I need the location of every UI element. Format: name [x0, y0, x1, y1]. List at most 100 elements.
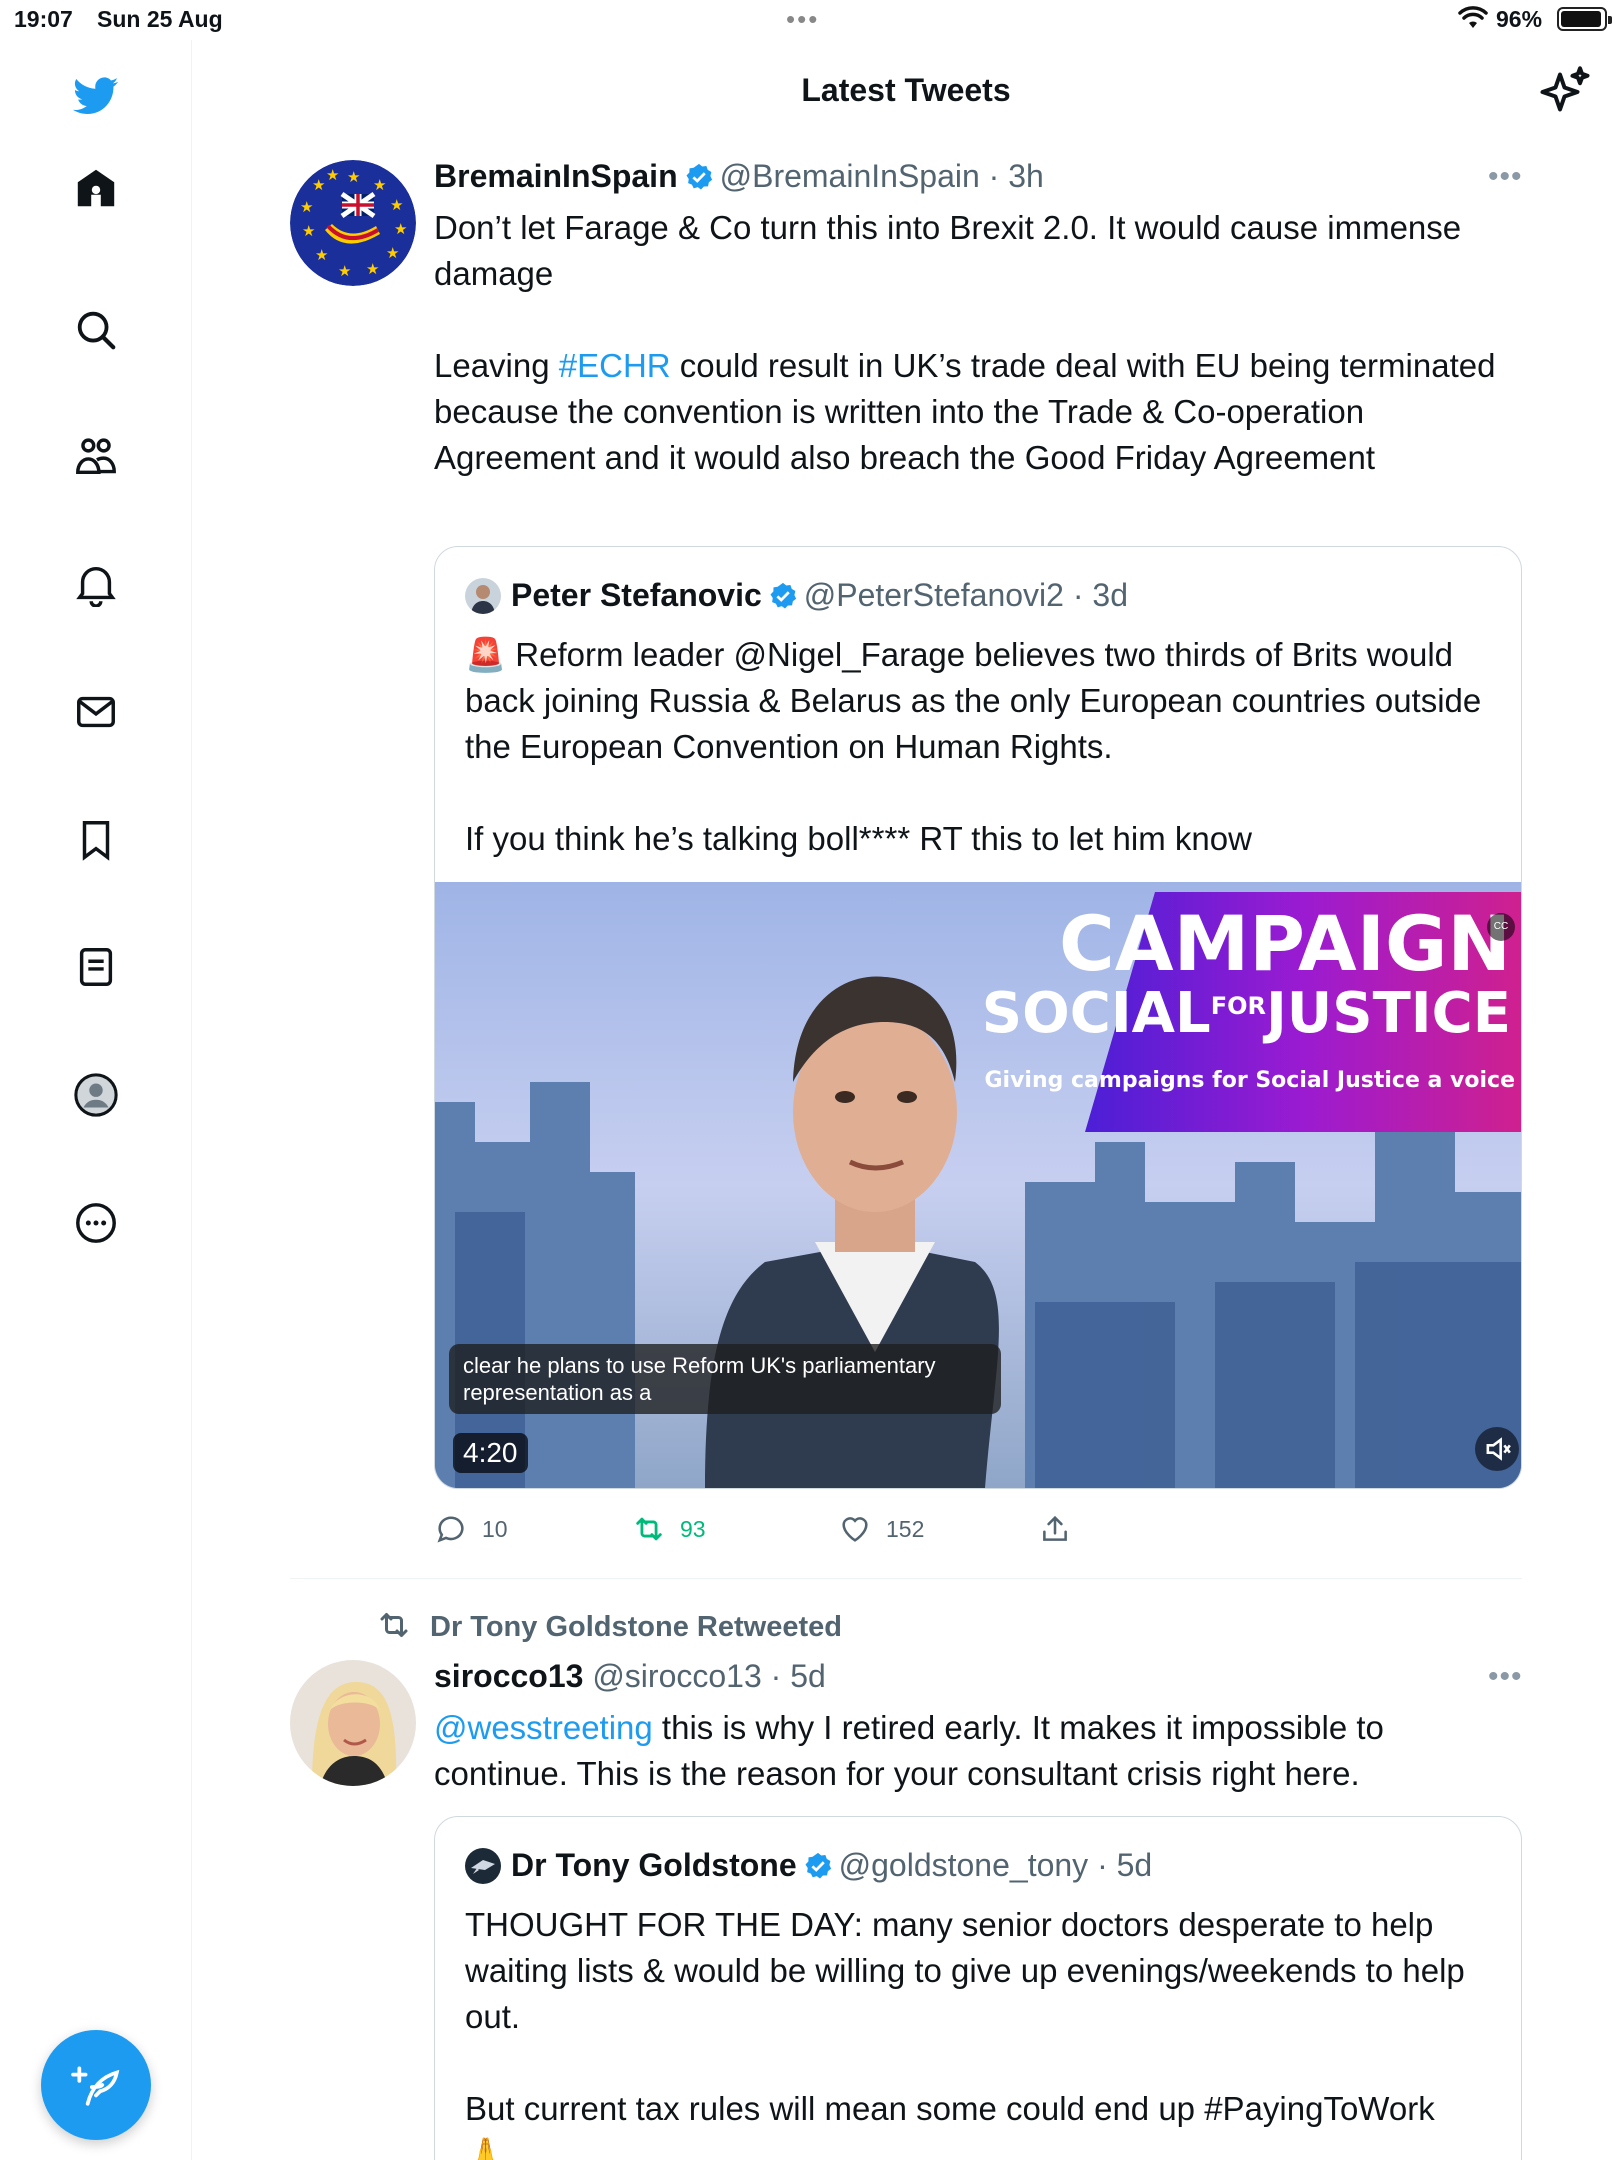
tweet-time[interactable]: · 5d [771, 1658, 826, 1694]
retweet-button[interactable]: 93 [632, 1512, 706, 1546]
share-button[interactable] [1038, 1512, 1072, 1546]
svg-text:★: ★ [347, 169, 360, 186]
battery-fill [1561, 11, 1602, 27]
quoted-paragraph: But current tax rules will mean some cou… [465, 2090, 1435, 2127]
banner-subtitle: Giving campaigns for Social Justice a vo… [984, 1068, 1515, 1093]
banner-title-word: JUSTICE [1262, 981, 1511, 1046]
quoted-tweet-text: 🚨 Reform leader @Nigel_Farage believes t… [465, 632, 1485, 862]
quoted-tweet-header: Peter Stefanovic @PeterStefanovi2 · 3d [465, 577, 1128, 614]
quoted-tweet-time: · 3d [1072, 577, 1128, 613]
retweet-count: 93 [680, 1515, 706, 1542]
quoted-author-handle[interactable]: @goldstone_tony [839, 1847, 1089, 1883]
wifi-icon [1458, 6, 1488, 28]
tweet-paragraph: @wesstreeting this is why I retired earl… [434, 1705, 1524, 1797]
battery-nub [1608, 16, 1612, 24]
multitasking-dots-icon[interactable]: ••• [786, 4, 819, 35]
svg-text:★: ★ [300, 199, 313, 216]
verified-badge-icon [770, 582, 796, 609]
author-name[interactable]: BremainInSpain [434, 158, 678, 194]
page-title: Latest Tweets [801, 72, 1011, 108]
video-player[interactable]: CAMPAIGN SOCIALFORJUSTICE Giving campaig… [435, 882, 1521, 1488]
quoted-paragraph: THOUGHT FOR THE DAY: many senior doctors… [465, 1906, 1465, 2035]
quoted-paragraph: 🚨 Reform leader @Nigel_Farage believes t… [465, 636, 1482, 765]
battery-icon [1557, 7, 1612, 31]
more-icon[interactable] [66, 1193, 126, 1253]
compose-tweet-button[interactable] [41, 2030, 151, 2140]
search-icon[interactable] [66, 300, 126, 360]
mute-button[interactable] [1475, 1427, 1519, 1471]
tweet-text: @wesstreeting this is why I retired earl… [434, 1705, 1524, 1797]
quoted-author-name[interactable]: Peter Stefanovic [511, 577, 762, 613]
quoted-avatar[interactable] [465, 1848, 501, 1884]
tweet-paragraph: Leaving #ECHR could result in UK’s trade… [434, 343, 1524, 481]
svg-text:★: ★ [315, 247, 328, 264]
avatar[interactable]: ★ ★ ★ ★ ★ ★ ★ ★ ★ ★ ★ ★ [290, 160, 416, 286]
avatar[interactable] [290, 1660, 416, 1786]
tweet-paragraph: Don’t let Farage & Co turn this into Bre… [434, 209, 1462, 292]
author-name[interactable]: sirocco13 [434, 1658, 583, 1694]
tweet-header: BremainInSpain @BremainInSpain · 3h [434, 158, 1044, 195]
tweet-text: Don’t let Farage & Co turn this into Bre… [434, 205, 1524, 481]
svg-text:★: ★ [373, 177, 386, 194]
home-icon[interactable] [66, 158, 126, 218]
mention-link[interactable]: @wesstreeting [434, 1709, 653, 1746]
svg-text:★: ★ [366, 261, 379, 278]
share-icon [1043, 1515, 1067, 1541]
more-options-icon[interactable]: ••• [1488, 160, 1523, 194]
svg-text:★: ★ [386, 245, 399, 262]
timeline-header: Latest Tweets [192, 40, 1620, 140]
tweet-header: sirocco13 @sirocco13 · 5d [434, 1658, 826, 1695]
quoted-paragraph: 🙏 [465, 2136, 507, 2160]
status-time: 19:07 [14, 6, 73, 32]
tweet-divider [290, 1578, 1522, 1579]
svg-text:★: ★ [302, 223, 315, 240]
retweet-icon [380, 1613, 408, 1637]
status-date: Sun 25 Aug [97, 6, 223, 32]
notifications-icon[interactable] [66, 554, 126, 614]
hashtag-link[interactable]: #ECHR [559, 347, 671, 384]
like-count: 152 [886, 1515, 925, 1542]
battery-percentage: 96% [1496, 6, 1543, 32]
svg-text:★: ★ [390, 197, 403, 214]
compose-tweet-icon [71, 2066, 120, 2106]
communities-icon[interactable] [66, 427, 126, 487]
quoted-tweet[interactable]: Peter Stefanovic @PeterStefanovi2 · 3d 🚨 … [434, 546, 1522, 1489]
banner-title-line-1: CAMPAIGN [1059, 899, 1511, 988]
text-segment: Leaving [434, 347, 559, 384]
reply-button[interactable]: 10 [434, 1512, 508, 1546]
svg-text:★: ★ [394, 221, 407, 238]
profile-icon[interactable] [66, 1065, 126, 1125]
quoted-tweet[interactable]: Dr Tony Goldstone @goldstone_tony · 5d TH… [434, 1816, 1522, 2160]
speaker-muted-icon [1486, 1437, 1511, 1461]
svg-text:★: ★ [326, 167, 339, 184]
more-options-icon[interactable]: ••• [1488, 1660, 1523, 1694]
closed-captions-icon[interactable]: CC [1487, 913, 1515, 941]
quoted-avatar[interactable] [465, 578, 501, 614]
author-handle[interactable]: @BremainInSpain [720, 158, 980, 194]
retweeted-by[interactable]: Dr Tony Goldstone Retweeted [376, 1607, 842, 1644]
quoted-tweet-time: · 5d [1097, 1847, 1153, 1883]
lists-icon[interactable] [66, 937, 126, 997]
messages-icon[interactable] [66, 682, 126, 742]
svg-text:★: ★ [312, 177, 325, 194]
video-caption: clear he plans to use Reform UK's parlia… [449, 1344, 1001, 1414]
reply-count: 10 [482, 1515, 508, 1542]
banner-title-word: FOR [1211, 992, 1266, 1020]
bookmarks-icon[interactable] [66, 810, 126, 870]
sidebar [0, 40, 192, 2160]
author-handle[interactable]: @sirocco13 [592, 1658, 761, 1694]
tweet-time[interactable]: · 3h [989, 158, 1044, 194]
quoted-author-handle[interactable]: @PeterStefanovi2 [804, 577, 1064, 613]
heart-icon [842, 1517, 868, 1542]
twitter-logo-icon[interactable] [66, 66, 126, 126]
like-button[interactable]: 152 [838, 1512, 924, 1546]
quoted-tweet-text: THOUGHT FOR THE DAY: many senior doctors… [465, 1902, 1485, 2160]
svg-text:★: ★ [338, 263, 351, 280]
status-bar: 19:07 Sun 25 Aug ••• 96% [0, 0, 1620, 40]
sparkle-icon[interactable] [1535, 62, 1595, 122]
quoted-paragraph: If you think he’s talking boll**** RT th… [465, 820, 1252, 857]
retweeted-by-label: Dr Tony Goldstone Retweeted [430, 1611, 842, 1643]
banner-title-word: SOCIAL [982, 981, 1211, 1046]
quoted-tweet-header: Dr Tony Goldstone @goldstone_tony · 5d [465, 1847, 1152, 1884]
quoted-author-name[interactable]: Dr Tony Goldstone [511, 1847, 797, 1883]
